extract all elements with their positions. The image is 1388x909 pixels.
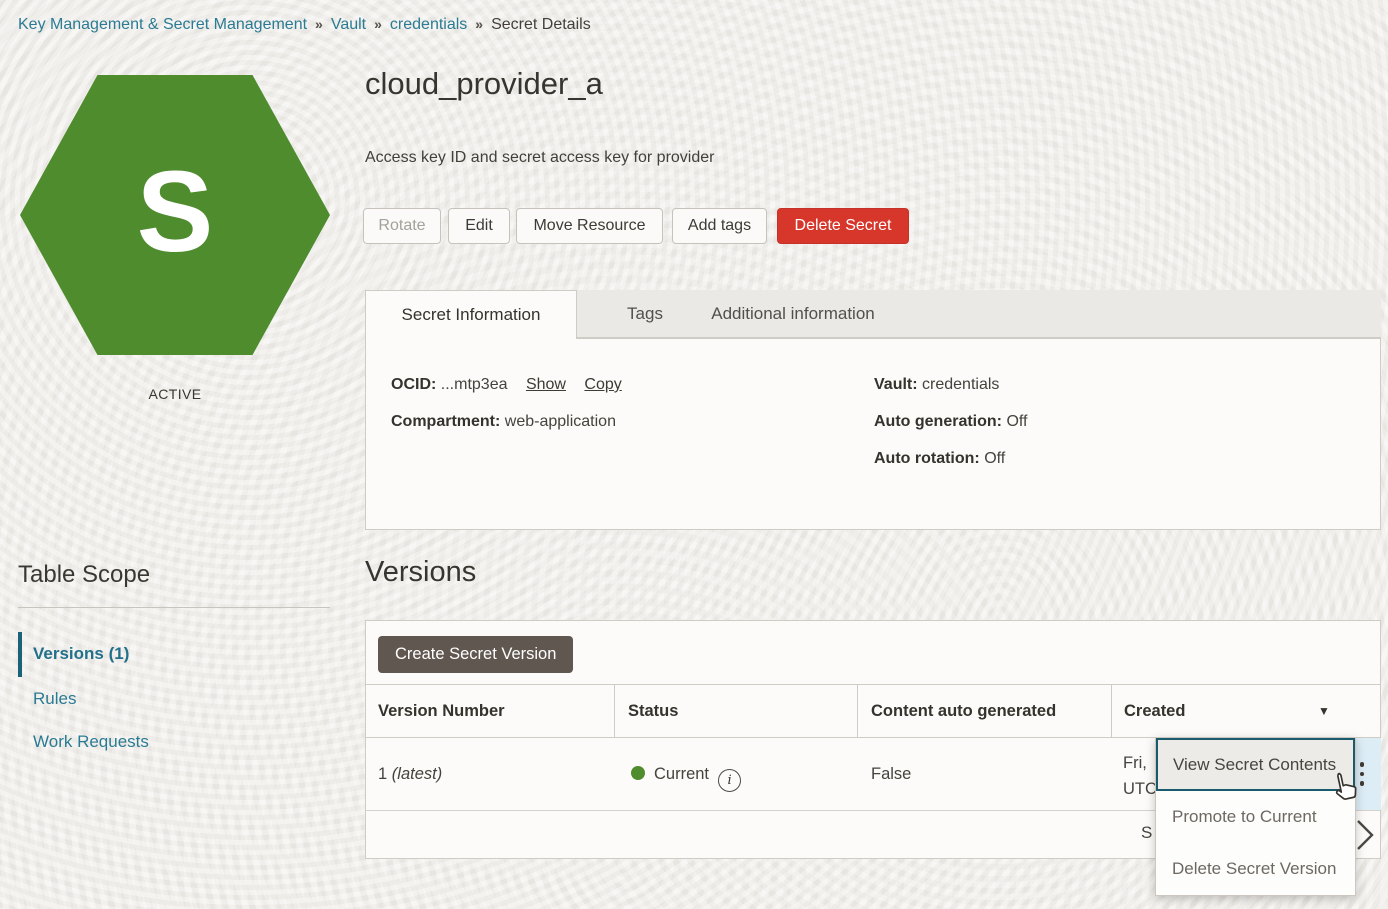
secret-information-panel: OCID: ...mtp3ea Show Copy Compartment: w… [365, 338, 1381, 530]
column-divider [857, 685, 858, 737]
breadcrumb: Key Management & Secret Management » Vault… [18, 16, 591, 34]
ocid-copy-link[interactable]: Copy [584, 376, 621, 393]
compartment-value: web-application [505, 413, 616, 430]
sidebar-title: Table Scope [18, 561, 150, 589]
kebab-menu-icon [1360, 772, 1365, 777]
auto-rotation-label: Auto rotation: [874, 450, 980, 467]
tab-strip: Secret Information Tags Additional infor… [365, 290, 1381, 338]
tab-additional-information[interactable]: Additional information [683, 290, 903, 338]
sidebar-item-work-requests[interactable]: Work Requests [33, 732, 149, 752]
compartment-label: Compartment: [391, 413, 500, 430]
tab-secret-information[interactable]: Secret Information [365, 290, 577, 339]
status-value: Current [654, 765, 709, 783]
cell-created: Fri, UTC [1123, 750, 1157, 802]
menu-item-promote-to-current[interactable]: Promote to Current [1156, 791, 1355, 843]
page-title: cloud_provider_a [365, 66, 603, 102]
column-header-version-number: Version Number [378, 685, 505, 739]
secret-avatar-letter: S [20, 75, 330, 355]
sidebar-divider [18, 607, 330, 608]
menu-item-view-secret-contents[interactable]: View Secret Contents [1156, 738, 1355, 791]
info-icon[interactable]: i [718, 769, 741, 792]
kebab-menu-icon [1360, 781, 1365, 786]
column-header-created[interactable]: Created [1124, 685, 1185, 739]
sort-desc-icon[interactable]: ▼ [1318, 685, 1330, 737]
vault-value: credentials [922, 376, 999, 393]
ocid-label: OCID: [391, 376, 436, 393]
compartment-row: Compartment: web-application [391, 413, 616, 431]
active-nav-indicator [18, 632, 22, 677]
cell-version-number: 1 (latest) [378, 738, 442, 810]
chevron-right-icon [1354, 817, 1376, 853]
auto-generation-label: Auto generation: [874, 413, 1002, 430]
breadcrumb-vault[interactable]: Vault [331, 16, 366, 33]
vault-label: Vault: [874, 376, 918, 393]
secret-hexagon-icon: S [20, 75, 330, 355]
status-badge: ACTIVE [20, 386, 330, 402]
created-line2: UTC [1123, 776, 1157, 802]
rotate-button[interactable]: Rotate [363, 208, 441, 244]
kebab-menu-icon [1360, 762, 1365, 767]
table-header-row: Version Number Status Content auto gener… [366, 684, 1380, 738]
column-divider [1111, 685, 1112, 737]
versions-heading: Versions [365, 556, 476, 589]
vault-row: Vault: credentials [874, 376, 999, 394]
breadcrumb-separator: » [374, 16, 382, 32]
menu-item-delete-secret-version[interactable]: Delete Secret Version [1156, 843, 1355, 895]
version-number-value: 1 [378, 765, 387, 783]
column-header-status: Status [628, 685, 678, 739]
delete-secret-button[interactable]: Delete Secret [777, 208, 909, 244]
breadcrumb-separator: » [475, 16, 483, 32]
edit-button[interactable]: Edit [448, 208, 510, 244]
sidebar-item-versions[interactable]: Versions (1) [33, 644, 129, 664]
column-divider [614, 685, 615, 737]
add-tags-button[interactable]: Add tags [672, 208, 767, 244]
page-description: Access key ID and secret access key for … [365, 149, 714, 167]
cell-status: Current i [631, 738, 741, 810]
breadcrumb-key-management[interactable]: Key Management & Secret Management [18, 16, 307, 33]
row-actions-context-menu: View Secret Contents Promote to Current … [1155, 737, 1356, 896]
footer-showing-text: S [1141, 811, 1152, 858]
ocid-value: ...mtp3ea [441, 376, 508, 393]
breadcrumb-current: Secret Details [491, 16, 591, 33]
auto-generation-value: Off [1006, 413, 1027, 430]
secret-details-page: Key Management & Secret Management » Vault… [0, 0, 1388, 909]
ocid-row: OCID: ...mtp3ea Show Copy [391, 376, 622, 394]
auto-rotation-row: Auto rotation: Off [874, 450, 1005, 468]
created-line1: Fri, [1123, 750, 1157, 776]
sidebar-item-rules[interactable]: Rules [33, 689, 76, 709]
breadcrumb-separator: » [315, 16, 323, 32]
ocid-show-link[interactable]: Show [526, 376, 566, 393]
column-header-content-auto-generated: Content auto generated [871, 685, 1056, 739]
version-latest-suffix: (latest) [392, 765, 442, 783]
move-resource-button[interactable]: Move Resource [516, 208, 663, 244]
auto-generation-row: Auto generation: Off [874, 413, 1028, 431]
create-secret-version-button[interactable]: Create Secret Version [378, 636, 573, 673]
cell-content-auto-generated: False [871, 738, 911, 810]
status-dot-green [631, 766, 645, 780]
breadcrumb-credentials[interactable]: credentials [390, 16, 467, 33]
auto-rotation-value: Off [984, 450, 1005, 467]
